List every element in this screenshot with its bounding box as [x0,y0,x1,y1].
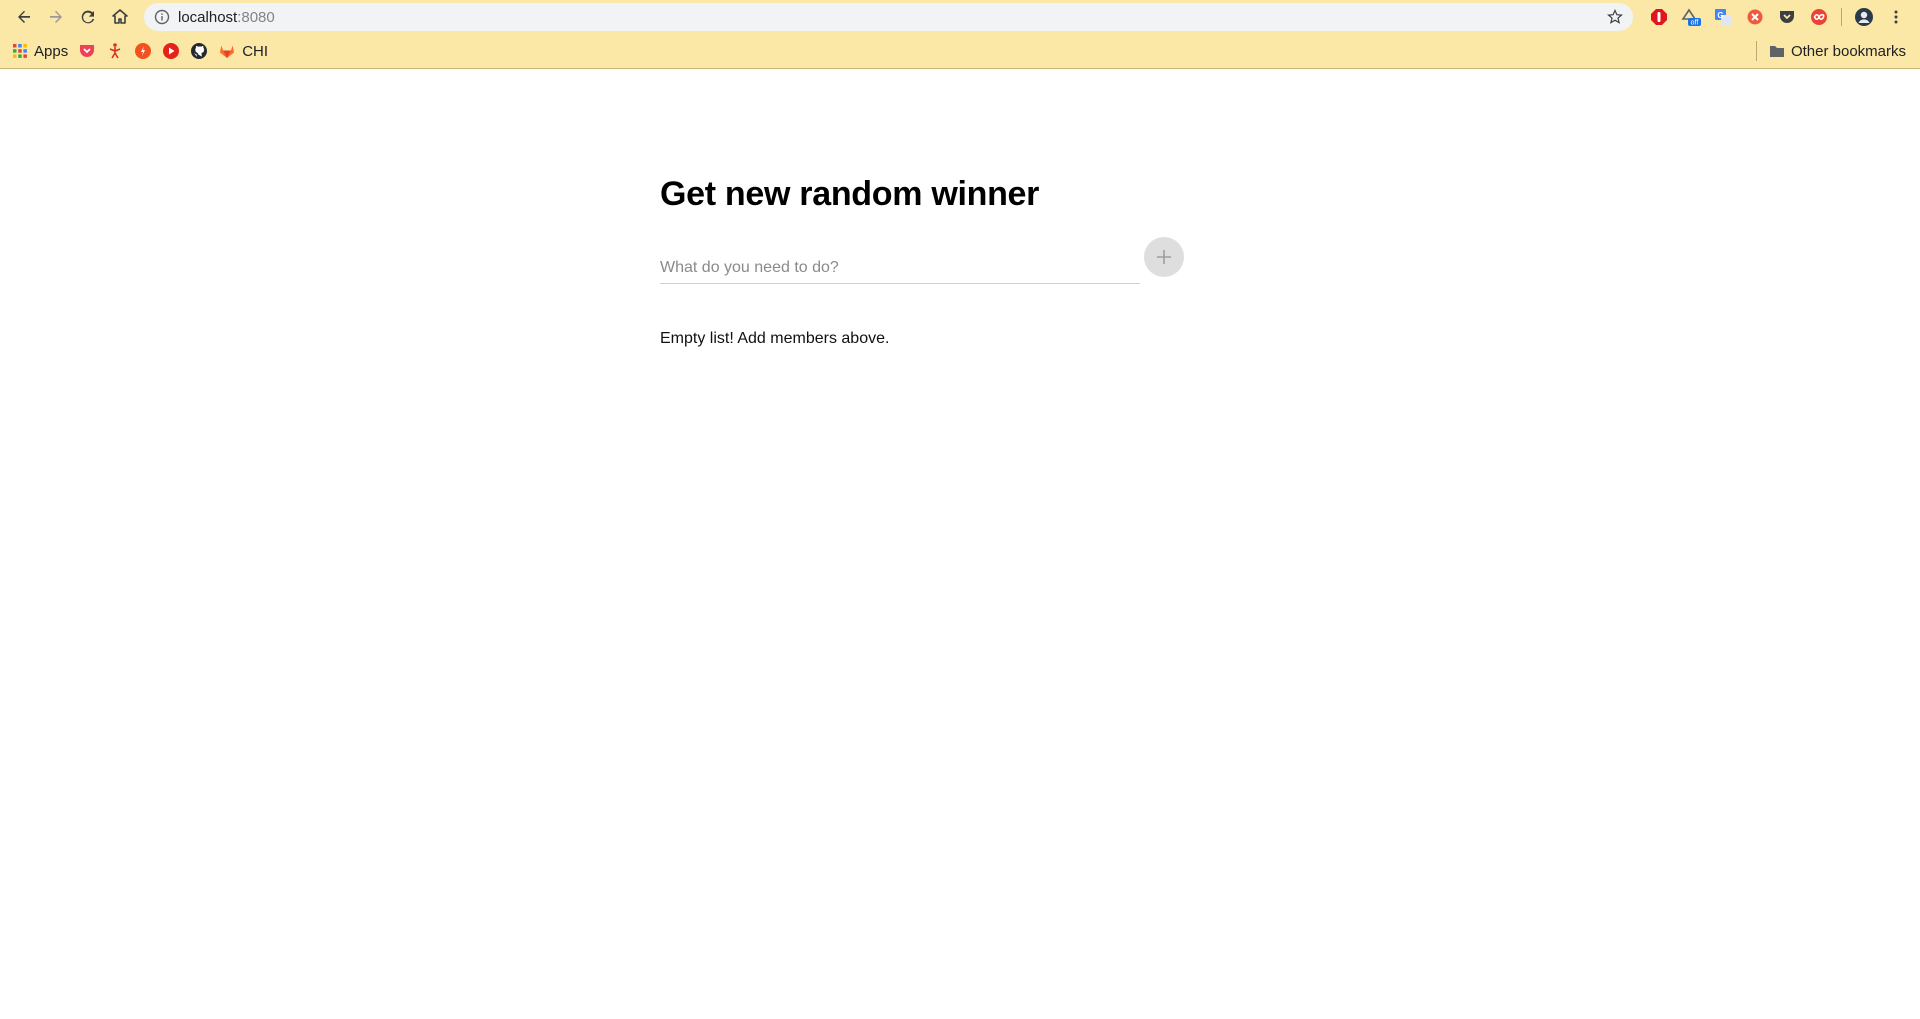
bookmark-label: Apps [34,42,69,60]
red-x-extension[interactable] [1739,1,1771,33]
star-icon[interactable] [1607,9,1623,25]
page-title: Get new random winner [660,175,1040,213]
address-bar[interactable]: localhost:8080 [144,3,1633,31]
red-x-icon [1747,9,1763,25]
bookmark-youtube[interactable] [162,39,180,63]
bookmark-github[interactable] [190,39,208,63]
more-vertical-icon [1894,10,1898,24]
svg-text:off: off [1691,20,1699,27]
pocket-extension[interactable] [1771,1,1803,33]
profile-button[interactable] [1848,1,1880,33]
gitlab-icon [220,45,235,58]
infinity-icon [1811,9,1827,25]
other-bookmarks-label: Other bookmarks [1790,42,1906,60]
red-badge-icon [135,43,152,59]
ext-off-icon: off [1681,8,1701,27]
off-extension[interactable]: off [1675,1,1707,33]
svg-text:G: G [1717,11,1723,20]
translate-extension[interactable]: G [1707,1,1739,33]
youtube-icon [163,43,180,59]
pocket-icon [80,45,95,57]
reload-button[interactable] [72,1,104,33]
infinity-extension[interactable] [1803,1,1835,33]
back-button[interactable] [8,1,40,33]
bookmark-figure[interactable] [106,39,124,63]
adblock-icon [1651,9,1667,25]
add-button[interactable] [1144,237,1184,277]
plus-icon [1157,250,1171,264]
browser-toolbar: localhost:8080 off G [0,0,1920,34]
member-input[interactable] [660,246,1140,284]
reload-icon [81,10,95,24]
bookmark-apps[interactable]: Apps [12,39,68,63]
menu-button[interactable] [1880,1,1912,33]
adblock-extension[interactable] [1643,1,1675,33]
add-member-form [660,237,1184,290]
url-port: :8080 [237,8,275,26]
empty-list-message: Empty list! Add members above. [660,330,890,347]
arrow-left-icon [18,10,30,23]
bookmarks-divider [1755,41,1757,61]
bookmarks-bar: Apps CHI Other bookmarks [0,34,1920,68]
bookmark-pocket[interactable] [78,39,96,63]
info-icon [154,9,170,25]
home-icon [112,9,128,24]
bookmark-label: CHI [242,42,269,60]
profile-icon [1855,8,1873,26]
forward-button[interactable] [40,1,72,33]
github-icon [191,43,208,59]
browser-chrome: localhost:8080 off G Apps CHI Other boo… [0,0,1920,69]
bookmark-chi[interactable]: CHI [218,39,268,63]
translate-icon: G [1715,9,1731,25]
pocket-icon [1780,11,1794,23]
bookmark-red-badge[interactable] [134,39,152,63]
apps-grid-icon [13,44,27,58]
app-main: Get new random winner Empty list! Add me… [660,175,1184,348]
figure-icon [109,43,121,59]
toolbar-divider [1841,8,1842,26]
arrow-right-icon [50,10,62,23]
folder-icon [1769,46,1784,57]
home-button[interactable] [104,1,136,33]
url-host: localhost [178,8,238,26]
other-bookmarks[interactable]: Other bookmarks [1769,39,1906,63]
